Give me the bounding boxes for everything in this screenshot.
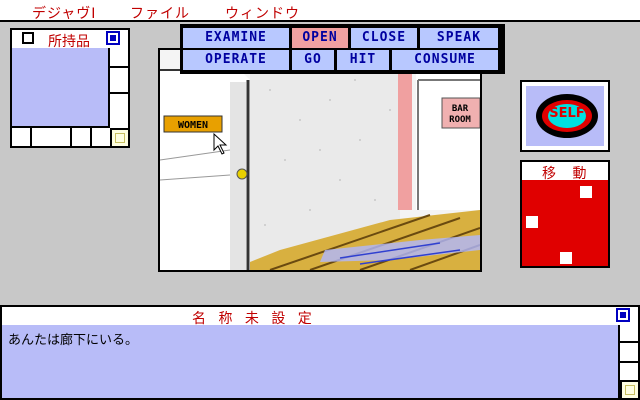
exit-marker[interactable]	[580, 186, 592, 198]
verb-panel: EXAMINE OPEN CLOSE SPEAK OPERATE GO HIT …	[180, 24, 505, 74]
scene-window[interactable]: BAR ROOM WOMEN	[158, 48, 482, 272]
text-titlebar[interactable]: 名 称 未 設 定	[2, 307, 638, 327]
inventory-titlebar[interactable]: 所持品	[12, 30, 128, 50]
verb-examine[interactable]: EXAMINE	[183, 28, 289, 48]
menu-bar: デジャヴⅠ ファイル ウィンドウ	[0, 0, 640, 22]
bar-sign-line1: BAR	[452, 104, 469, 114]
menu-window[interactable]: ウィンドウ	[225, 3, 300, 23]
move-titlebar[interactable]: 移 動	[522, 162, 608, 182]
message-area[interactable]: あんたは廊下にいる。	[2, 325, 620, 398]
self-button[interactable]: SELF	[536, 94, 598, 138]
verb-open[interactable]: OPEN	[292, 28, 348, 48]
exit-marker[interactable]	[560, 252, 572, 264]
exit-marker[interactable]	[526, 216, 538, 228]
verb-hit[interactable]: HIT	[337, 50, 389, 70]
inventory-resize-icon[interactable]	[110, 128, 128, 146]
text-window: 名 称 未 設 定 あんたは廊下にいる。	[0, 305, 640, 400]
inventory-zoom-icon[interactable]	[106, 31, 120, 45]
self-window: SELF	[520, 80, 610, 152]
inventory-window: 所持品	[10, 28, 130, 148]
bar-sign-line2: ROOM	[449, 115, 471, 125]
inventory-vscroll[interactable]	[108, 48, 128, 128]
verb-go[interactable]: GO	[292, 50, 334, 70]
inventory-contents[interactable]	[12, 48, 110, 126]
verb-consume[interactable]: CONSUME	[392, 50, 498, 70]
hallway-scene: BAR ROOM WOMEN	[160, 50, 480, 270]
inventory-hscroll[interactable]	[12, 126, 110, 146]
message-text: あんたは廊下にいる。	[8, 333, 139, 348]
verb-speak[interactable]: SPEAK	[420, 28, 498, 48]
verb-operate[interactable]: OPERATE	[183, 50, 289, 70]
menu-deja-vu[interactable]: デジャヴⅠ	[32, 3, 96, 23]
move-window: 移 動	[520, 160, 610, 268]
verb-close[interactable]: CLOSE	[351, 28, 417, 48]
text-zoom-icon[interactable]	[616, 308, 630, 322]
menu-file[interactable]: ファイル	[130, 3, 190, 23]
move-map[interactable]	[522, 180, 608, 266]
text-resize-icon[interactable]	[620, 380, 638, 398]
self-label: SELF	[549, 106, 585, 121]
women-sign: WOMEN	[178, 120, 208, 131]
inventory-close-icon[interactable]	[22, 32, 34, 44]
